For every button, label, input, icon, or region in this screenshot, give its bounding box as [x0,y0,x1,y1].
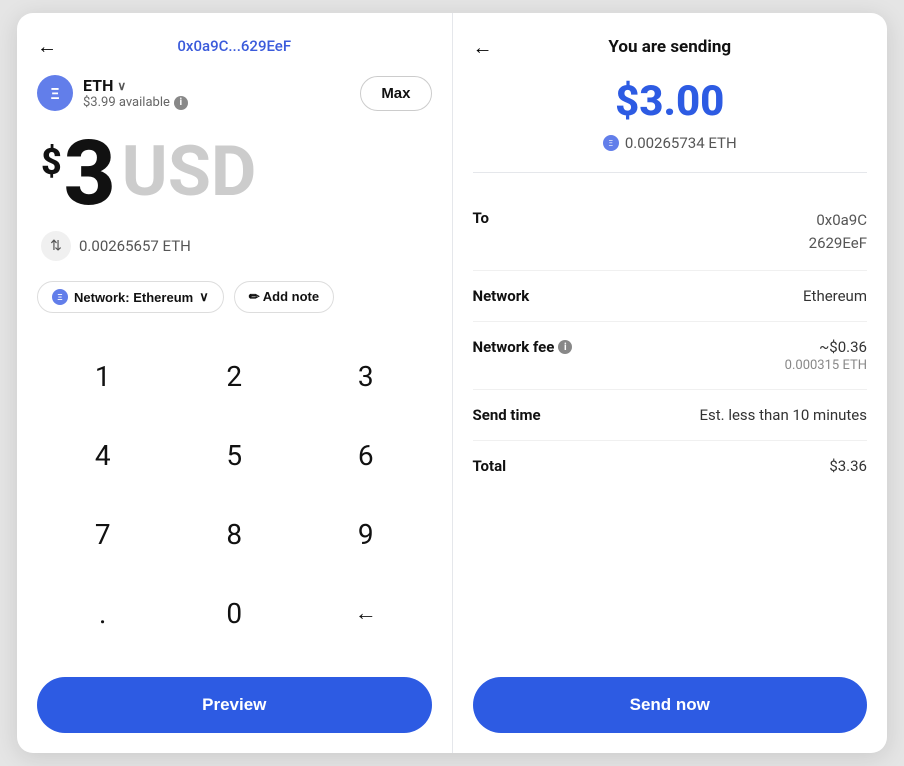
max-button[interactable]: Max [360,76,431,111]
to-address: 0x0a9C 2629EeF [809,209,867,254]
numpad-key-5[interactable]: 5 [169,420,301,490]
token-info[interactable]: Ξ ETH ∨ $3.99 available i [37,75,188,111]
eth-equiv-row: ⇅ 0.00265657 ETH [37,231,432,261]
numpad-key-9[interactable]: 9 [300,499,432,569]
network-detail-value: Ethereum [803,287,867,305]
numpad: 1 2 3 4 5 6 7 8 9 . 0 ← [37,341,432,657]
fee-info-icon[interactable]: i [558,340,572,354]
confirm-panel: ← You are sending $3.00 Ξ 0.00265734 ETH… [453,13,888,753]
network-fee-usd: ~$0.36 [785,338,867,356]
right-back-button[interactable]: ← [473,35,493,60]
eth-network-icon: Ξ [52,289,68,305]
network-detail-label: Network [473,287,530,305]
numpad-key-8[interactable]: 8 [169,499,301,569]
numpad-key-dot[interactable]: . [37,578,169,648]
numpad-key-3[interactable]: 3 [300,341,432,411]
right-title: You are sending [608,37,731,57]
total-value: $3.36 [829,457,867,475]
amount-display: $ 3 USD [37,129,432,219]
network-button[interactable]: Ξ Network: Ethereum ∨ [37,281,224,313]
to-row: To 0x0a9C 2629EeF [473,193,868,271]
send-time-label: Send time [473,406,541,424]
total-label: Total [473,457,507,475]
numpad-key-4[interactable]: 4 [37,420,169,490]
network-fee-eth: 0.000315 ETH [785,358,867,373]
network-note-row: Ξ Network: Ethereum ∨ ✏ Add note [37,281,432,313]
network-fee-value: ~$0.36 0.000315 ETH [785,338,867,373]
sending-eth-row: Ξ 0.00265734 ETH [473,134,868,152]
sending-usd-amount: $3.00 [473,77,868,126]
token-chevron-icon: ∨ [117,79,126,93]
total-row: Total $3.36 [473,441,868,491]
eth-icon: Ξ [37,75,73,111]
send-now-button[interactable]: Send now [473,677,868,733]
preview-button[interactable]: Preview [37,677,432,733]
to-address-line2: 2629EeF [809,232,867,255]
to-address-line1: 0x0a9C [809,209,867,232]
swap-icon[interactable]: ⇅ [41,231,71,261]
numpad-key-2[interactable]: 2 [169,341,301,411]
network-chevron-icon: ∨ [199,289,209,305]
network-fee-label: Network fee i [473,338,573,356]
to-label: To [473,209,490,227]
sending-amount-section: $3.00 Ξ 0.00265734 ETH [473,77,868,173]
eth-equiv-text: 0.00265657 ETH [79,237,191,255]
numpad-key-6[interactable]: 6 [300,420,432,490]
send-time-row: Send time Est. less than 10 minutes [473,390,868,441]
transaction-details: To 0x0a9C 2629EeF Network Ethereum Netwo… [473,193,868,657]
amount-number: 3 [64,129,116,219]
send-time-value: Est. less than 10 minutes [699,406,867,424]
wallet-address: 0x0a9C...629EeF [177,37,291,55]
left-header: ← 0x0a9C...629EeF [37,37,432,55]
token-available: $3.99 available i [83,95,188,110]
dollar-sign: $ [41,141,62,183]
amount-currency: USD [122,137,257,207]
numpad-key-0[interactable]: 0 [169,578,301,648]
numpad-key-7[interactable]: 7 [37,499,169,569]
token-row: Ξ ETH ∨ $3.99 available i Max [37,75,432,111]
network-fee-row: Network fee i ~$0.36 0.000315 ETH [473,322,868,390]
info-icon[interactable]: i [174,96,188,110]
right-header: ← You are sending [473,37,868,57]
left-back-button[interactable]: ← [37,34,57,59]
numpad-key-1[interactable]: 1 [37,341,169,411]
token-details: ETH ∨ $3.99 available i [83,76,188,110]
sending-eth-amount: 0.00265734 ETH [625,134,737,152]
network-row: Network Ethereum [473,271,868,322]
network-label: Network: Ethereum [74,290,193,305]
add-note-button[interactable]: ✏ Add note [234,281,334,313]
app-container: ← 0x0a9C...629EeF Ξ ETH ∨ $3.99 availabl… [17,13,887,753]
sending-eth-icon: Ξ [603,135,619,151]
send-panel: ← 0x0a9C...629EeF Ξ ETH ∨ $3.99 availabl… [17,13,453,753]
numpad-backspace-button[interactable]: ← [300,578,432,648]
token-name[interactable]: ETH ∨ [83,76,188,95]
